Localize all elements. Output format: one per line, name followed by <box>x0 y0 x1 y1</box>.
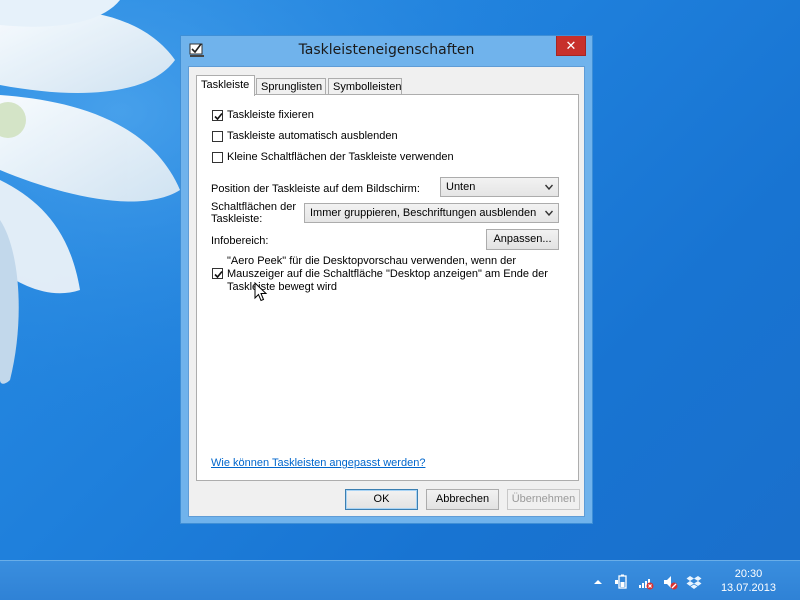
customize-button[interactable]: Anpassen... <box>486 229 559 250</box>
help-link[interactable]: Wie können Taskleisten angepasst werden? <box>211 457 425 469</box>
taskbar-buttons-select[interactable]: Immer gruppieren, Beschriftungen ausblen… <box>304 203 559 223</box>
lock-taskbar-checkbox[interactable] <box>212 110 223 121</box>
auto-hide-checkbox[interactable] <box>212 131 223 142</box>
chevron-up-icon[interactable] <box>590 574 606 590</box>
position-label: Position der Taskleiste auf dem Bildschi… <box>211 183 420 195</box>
tab-sprunglisten[interactable]: Sprunglisten <box>256 78 326 95</box>
dialog-client-area: Taskleiste Sprunglisten Symbolleisten Ta… <box>188 66 585 517</box>
checkmark-icon <box>214 270 223 279</box>
apply-button[interactable]: Übernehmen <box>507 489 580 510</box>
taskbar: 20:30 13.07.2013 <box>0 560 800 600</box>
network-icon[interactable] <box>638 574 654 590</box>
aero-peek-label-line1[interactable]: "Aero Peek" für die Desktopvorschau verw… <box>227 255 516 267</box>
position-select-value: Unten <box>446 181 476 193</box>
chevron-down-icon <box>545 210 553 216</box>
clock-date: 13.07.2013 <box>720 582 776 594</box>
taskbar-properties-dialog: Taskleisteneigenschaften ✕ Taskleiste Sp… <box>180 35 593 524</box>
small-buttons-label[interactable]: Kleine Schaltflächen der Taskleiste verw… <box>227 151 454 163</box>
tab-symbolleisten[interactable]: Symbolleisten <box>328 78 402 95</box>
cancel-button[interactable]: Abbrechen <box>426 489 499 510</box>
taskbar-buttons-select-value: Immer gruppieren, Beschriftungen ausblen… <box>310 207 537 219</box>
auto-hide-label[interactable]: Taskleiste automatisch ausblenden <box>227 130 398 142</box>
close-button[interactable]: ✕ <box>556 36 586 56</box>
battery-icon[interactable] <box>614 574 630 590</box>
aero-peek-label-line2[interactable]: Mauszeiger auf die Schaltfläche "Desktop… <box>227 268 548 280</box>
small-buttons-checkbox[interactable] <box>212 152 223 163</box>
clock-time: 20:30 <box>734 568 763 580</box>
lock-taskbar-label[interactable]: Taskleiste fixieren <box>227 109 314 121</box>
dropbox-icon[interactable] <box>686 574 702 590</box>
aero-peek-checkbox[interactable] <box>212 268 223 279</box>
chevron-down-icon <box>545 184 553 190</box>
notification-area-label: Infobereich: <box>211 235 269 247</box>
speaker-muted-icon[interactable] <box>662 574 678 590</box>
title-bar[interactable]: Taskleisteneigenschaften ✕ <box>181 36 592 66</box>
window-title: Taskleisteneigenschaften <box>298 42 475 58</box>
system-clock[interactable]: 20:30 13.07.2013 <box>721 567 776 595</box>
aero-peek-label-line3[interactable]: Taskleiste bewegt wird <box>227 281 337 293</box>
ok-button[interactable]: OK <box>345 489 418 510</box>
taskbar-buttons-label-line2: Taskleiste: <box>211 213 263 225</box>
mouse-cursor-icon <box>254 282 268 302</box>
checkmark-icon <box>214 112 223 121</box>
position-select[interactable]: Unten <box>440 177 559 197</box>
tab-taskleiste[interactable]: Taskleiste <box>196 75 255 96</box>
taskbar-buttons-label-line1: Schaltflächen der <box>211 201 296 213</box>
